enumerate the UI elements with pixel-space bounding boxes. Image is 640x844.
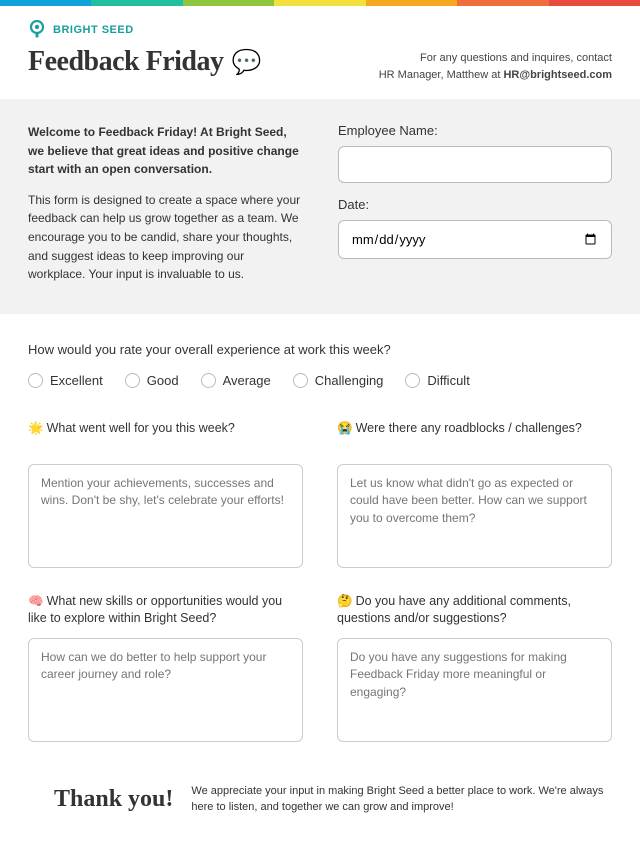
radio-icon: [125, 373, 140, 388]
thank-you-heading: Thank you!: [54, 786, 173, 813]
employee-name-input[interactable]: [338, 146, 612, 183]
q4-textarea[interactable]: [337, 638, 612, 742]
rating-options: Excellent Good Average Challenging Diffi…: [28, 373, 612, 388]
brain-icon: 🧠: [28, 594, 44, 608]
q1-label: 🌟What went well for you this week?: [28, 420, 303, 454]
rainbow-bar: [0, 0, 640, 6]
radio-icon: [405, 373, 420, 388]
radio-good[interactable]: Good: [125, 373, 179, 388]
brand-name: BRIGHT SEED: [53, 24, 134, 36]
q1-textarea[interactable]: [28, 464, 303, 568]
radio-icon: [28, 373, 43, 388]
intro-body: This form is designed to create a space …: [28, 191, 302, 284]
q4-label: 🤔Do you have any additional comments, qu…: [337, 593, 612, 628]
radio-average[interactable]: Average: [201, 373, 271, 388]
radio-icon: [293, 373, 308, 388]
radio-excellent[interactable]: Excellent: [28, 373, 103, 388]
crying-icon: 😭: [337, 421, 353, 435]
page-title: Feedback Friday 💬: [28, 46, 261, 78]
logo-icon: [28, 20, 46, 40]
radio-icon: [201, 373, 216, 388]
q2-textarea[interactable]: [337, 464, 612, 568]
thinking-icon: 🤔: [337, 594, 353, 608]
date-input[interactable]: [338, 220, 612, 259]
brand: BRIGHT SEED: [28, 20, 612, 40]
q3-textarea[interactable]: [28, 638, 303, 742]
intro-section: Welcome to Feedback Friday! At Bright Se…: [0, 99, 640, 314]
speech-bubble-icon: 💬: [232, 48, 261, 77]
intro-bold: Welcome to Feedback Friday! At Bright Se…: [28, 123, 302, 179]
q2-label: 😭Were there any roadblocks / challenges?: [337, 420, 612, 454]
main-form: How would you rate your overall experien…: [0, 314, 640, 765]
date-label: Date:: [338, 197, 612, 212]
header: BRIGHT SEED Feedback Friday 💬 For any qu…: [0, 6, 640, 99]
footer: Thank you! We appreciate your input in m…: [0, 765, 640, 844]
footer-text: We appreciate your input in making Brigh…: [191, 783, 612, 816]
rating-question: How would you rate your overall experien…: [28, 342, 612, 357]
radio-challenging[interactable]: Challenging: [293, 373, 384, 388]
employee-name-label: Employee Name:: [338, 123, 612, 138]
contact-info: For any questions and inquires, contact …: [379, 46, 612, 83]
q3-label: 🧠What new skills or opportunities would …: [28, 593, 303, 628]
radio-difficult[interactable]: Difficult: [405, 373, 469, 388]
star-icon: 🌟: [28, 421, 44, 435]
